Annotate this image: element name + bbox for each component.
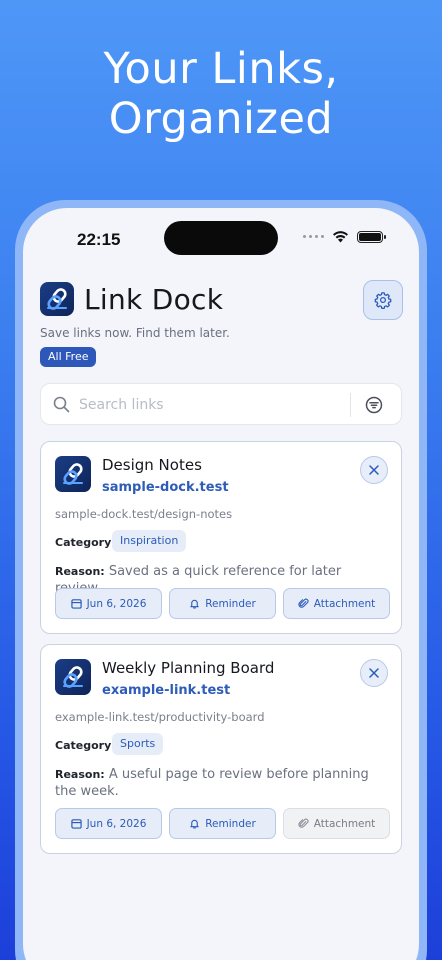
battery-icon [357, 230, 386, 243]
search-bar [40, 383, 402, 425]
link-favicon-icon [55, 659, 91, 695]
link-actions: Jun 6, 2026 Reminder Attachment [55, 588, 390, 619]
filter-icon[interactable] [364, 395, 384, 415]
reminder-button[interactable]: Reminder [169, 808, 276, 839]
gear-icon [374, 292, 392, 309]
reason-label: Reason: [55, 768, 105, 781]
status-icons [303, 230, 386, 243]
attachment-label: Attachment [313, 597, 376, 610]
cellular-signal-icon [303, 235, 324, 238]
link-title: Weekly Planning Board [102, 659, 275, 677]
link-card[interactable]: Design Notes sample-dock.test sample-doc… [40, 441, 402, 634]
link-favicon-icon [55, 456, 91, 492]
link-title: Design Notes [102, 456, 202, 474]
date-label: Jun 6, 2026 [86, 597, 147, 610]
date-button[interactable]: Jun 6, 2026 [55, 808, 162, 839]
link-domain[interactable]: example-link.test [102, 683, 230, 698]
wifi-icon [333, 231, 348, 243]
all-free-badge: All Free [40, 347, 97, 367]
search-divider [350, 393, 351, 417]
date-label: Jun 6, 2026 [86, 817, 147, 830]
category-tag: Inspiration [112, 530, 187, 552]
bell-icon [190, 819, 199, 829]
dynamic-island [164, 221, 278, 255]
close-icon [369, 668, 379, 678]
hero-line-1: Your Links, [103, 44, 339, 94]
link-actions: Jun 6, 2026 Reminder Attachment [55, 808, 390, 839]
hero-heading: Your Links, Organized [0, 44, 442, 144]
hero-line-2: Organized [108, 94, 334, 144]
reason-label: Reason: [55, 565, 105, 578]
settings-button[interactable] [363, 280, 403, 320]
search-input[interactable] [79, 394, 339, 416]
app-header: Link Dock [40, 282, 223, 316]
bell-icon [190, 599, 199, 609]
remove-link-button[interactable] [360, 456, 388, 484]
link-card[interactable]: Weekly Planning Board example-link.test … [40, 644, 402, 854]
link-reason: Reason: A useful page to review before p… [55, 766, 391, 800]
attachment-label: Attachment [313, 817, 376, 830]
reminder-button[interactable]: Reminder [169, 588, 276, 619]
paperclip-icon [298, 598, 309, 608]
reminder-label: Reminder [205, 817, 256, 830]
remove-link-button[interactable] [360, 659, 388, 687]
search-icon [53, 396, 70, 413]
category-label: Category: [55, 536, 116, 549]
calendar-icon [70, 599, 82, 609]
link-url: example-link.test/productivity-board [55, 710, 265, 724]
phone-screen: 22:15 Link Dock Save links now. Find the… [23, 208, 419, 960]
reminder-label: Reminder [205, 597, 256, 610]
calendar-icon [70, 819, 82, 829]
category-tag: Sports [112, 733, 164, 755]
app-tagline: Save links now. Find them later. [40, 326, 230, 340]
app-title: Link Dock [84, 282, 224, 316]
close-icon [369, 465, 379, 475]
attachment-button[interactable]: Attachment [283, 808, 390, 839]
category-label: Category: [55, 739, 116, 752]
status-time: 22:15 [77, 230, 121, 249]
app-logo-icon [40, 282, 74, 316]
attachment-button[interactable]: Attachment [283, 588, 390, 619]
paperclip-icon [298, 818, 309, 828]
link-domain[interactable]: sample-dock.test [102, 480, 229, 495]
link-url: sample-dock.test/design-notes [55, 507, 233, 521]
date-button[interactable]: Jun 6, 2026 [55, 588, 162, 619]
